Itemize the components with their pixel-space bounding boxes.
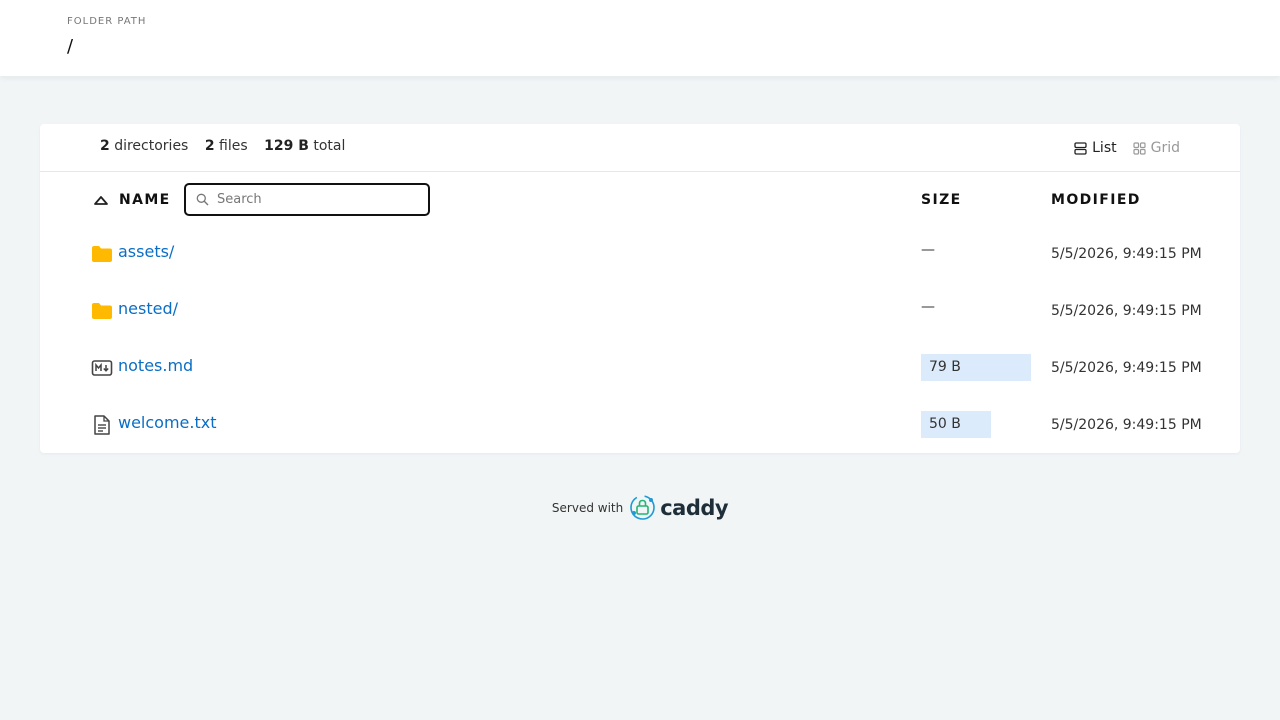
modified-column-header[interactable]: MODIFIED [1051,192,1141,208]
list-view-button[interactable]: List [1074,138,1117,158]
caddy-logo-icon [630,495,656,520]
file-size: — [921,242,935,258]
folder-path: / [67,36,74,57]
file-link[interactable]: nested/ [118,299,178,318]
text-file-icon [94,415,110,435]
footer: Served with caddy [0,494,1280,521]
file-link[interactable]: assets/ [118,242,174,261]
file-size-bar: 79 B [921,354,1031,381]
name-column-header[interactable]: NAME [119,192,171,208]
table-row: nested/ — 5/5/2026, 9:49:15 PM [40,283,1240,340]
sort-ascending-icon[interactable] [93,193,109,207]
folder-icon [92,246,112,262]
table-row: welcome.txt 50 B 5/5/2026, 9:49:15 PM [40,397,1240,454]
file-label: files [219,138,248,154]
file-modified: 5/5/2026, 9:49:15 PM [1051,360,1202,376]
search-box[interactable] [184,183,430,216]
directory-label: directories [114,138,189,154]
summary-divider [40,171,1240,172]
directory-count: 2 [100,138,110,154]
list-view-icon [1074,141,1087,155]
file-size-bar: 50 B [921,411,991,438]
total-label: total [313,138,346,154]
file-count: 2 [204,138,215,154]
file-link[interactable]: welcome.txt [118,413,217,432]
caddy-wordmark: caddy [660,495,729,520]
search-input[interactable] [217,192,417,207]
file-link[interactable]: notes.md [118,356,193,375]
file-modified: 5/5/2026, 9:49:15 PM [1051,417,1202,433]
folder-path-label: FOLDER PATH [67,16,147,27]
caddy-logo-link[interactable]: caddy [629,494,729,521]
served-with-text: Served with [551,500,624,515]
search-icon [196,193,209,206]
markdown-file-icon [91,360,113,376]
file-modified: 5/5/2026, 9:49:15 PM [1051,303,1202,319]
folder-icon [92,303,112,319]
file-size: — [921,299,935,315]
listing-card: 2 directories 2 files 129 B total List G… [40,124,1240,453]
table-row: notes.md 79 B 5/5/2026, 9:49:15 PM [40,340,1240,397]
total-size: 129 B [264,138,309,154]
header: FOLDER PATH / [0,0,1280,76]
grid-view-icon [1133,141,1146,155]
list-view-label: List [1092,140,1117,156]
grid-view-button[interactable]: Grid [1133,138,1180,158]
listing-summary: 2 directories 2 files 129 B total [100,138,345,158]
view-toggle: List Grid [1074,138,1180,158]
size-column-header[interactable]: SIZE [921,192,962,208]
grid-view-label: Grid [1150,140,1180,156]
file-modified: 5/5/2026, 9:49:15 PM [1051,246,1202,262]
table-row: assets/ — 5/5/2026, 9:49:15 PM [40,226,1240,283]
